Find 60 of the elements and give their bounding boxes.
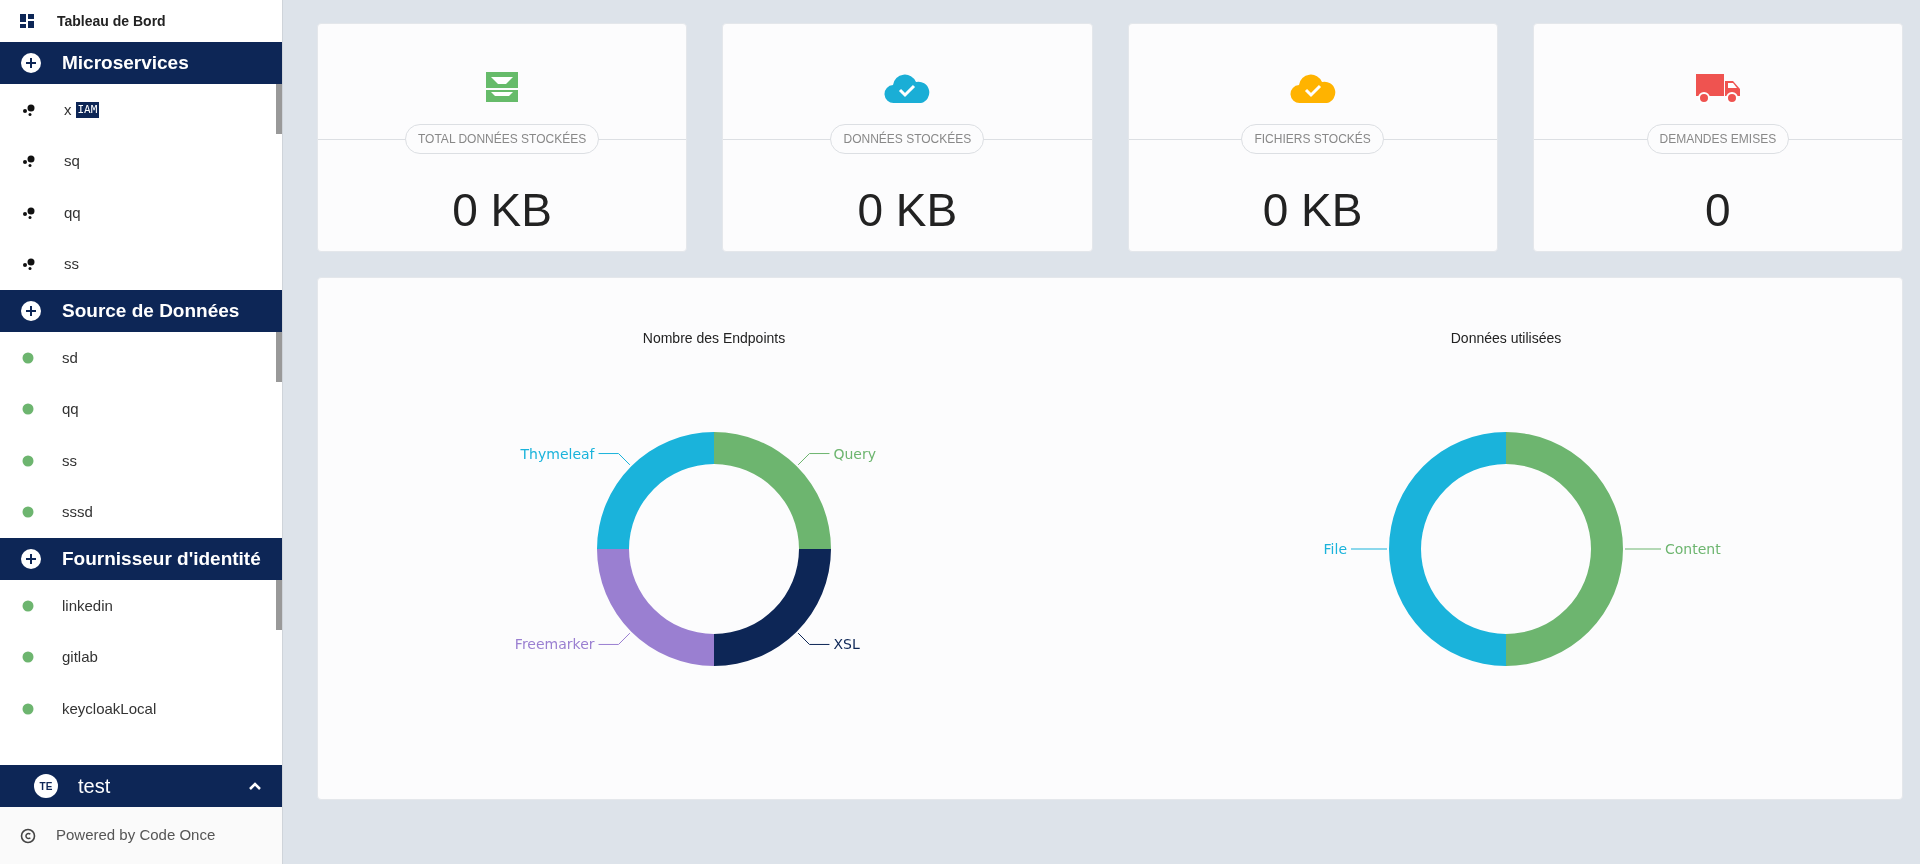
sidebar-item[interactable]: Tableau de Bord (0, 0, 282, 42)
chart-title: Données utilisées (1450, 329, 1562, 348)
leader-line (1624, 548, 1662, 550)
dots-icon (22, 155, 36, 168)
chart-title: Nombre des Endpoints (642, 329, 786, 348)
leader-line (797, 453, 830, 466)
status-dot-icon (22, 702, 34, 715)
status-dot-icon (22, 454, 34, 467)
scrollbar-thumb[interactable] (276, 84, 282, 134)
stat-value: 0 KB (857, 183, 958, 238)
sidebar-item[interactable]: keycloakLocal (0, 683, 274, 735)
dashboard-icon (20, 14, 34, 28)
plus-icon (20, 548, 42, 570)
footer-text: Powered by Code Once (56, 825, 216, 846)
slice-label: Freemarker (514, 636, 595, 653)
sidebar-item[interactable]: ss (0, 435, 274, 487)
leader-line (598, 453, 631, 466)
avatar: TE (34, 774, 58, 798)
user-menu[interactable]: TE test (0, 765, 282, 807)
stat-label: FICHIERS STOCKÉS (1241, 124, 1384, 154)
copyright-icon (20, 827, 36, 844)
plus-icon (20, 52, 42, 74)
section-header[interactable]: Fournisseur d'identité (0, 538, 282, 580)
section-header[interactable]: Source de Données (0, 290, 282, 332)
slice-label: Query (833, 445, 876, 462)
status-dot-icon (22, 599, 34, 612)
sidebar-item[interactable]: sq (0, 135, 274, 187)
stat-label: TOTAL DONNÉES STOCKÉES (405, 124, 600, 154)
slice-label: Content (1665, 541, 1721, 557)
stat-value: 0 KB (1262, 183, 1363, 238)
stat-label: DEMANDES EMISES (1646, 124, 1790, 154)
sidebar-item[interactable]: qq (0, 383, 274, 435)
status-dot-icon (22, 351, 34, 364)
selected-text: IAM (75, 101, 100, 118)
slice-label: Thymeleaf (520, 445, 595, 462)
leader-line (1350, 548, 1388, 550)
dots-icon (22, 206, 36, 219)
leader-line (797, 632, 830, 645)
plus-icon (20, 300, 42, 322)
sidebar-item[interactable]: ss (0, 238, 274, 290)
scrollbar-thumb[interactable] (276, 580, 282, 630)
scrollbar-thumb[interactable] (276, 332, 282, 382)
sidebar-item[interactable]: gitlab (0, 631, 274, 683)
status-dot-icon (22, 403, 34, 416)
sidebar-item[interactable]: sd (0, 332, 274, 384)
status-dot-icon (22, 651, 34, 664)
dots-icon (22, 258, 36, 271)
sidebar-item[interactable]: linkedin (0, 580, 274, 632)
stat-value: 0 KB (452, 183, 552, 238)
sidebar-item[interactable]: qq (0, 187, 274, 239)
slice-label: File (1323, 541, 1347, 557)
stat-label: DONNÉES STOCKÉES (830, 124, 985, 154)
sidebar-item[interactable]: x IAM (0, 84, 274, 136)
sidebar-item[interactable]: sssd (0, 486, 274, 538)
leader-line (598, 632, 631, 645)
dots-icon (22, 103, 36, 116)
stat-value: 0 (1705, 183, 1731, 238)
section-header[interactable]: Microservices (0, 42, 282, 84)
status-dot-icon (22, 506, 34, 519)
slice-label: XSL (833, 636, 860, 653)
